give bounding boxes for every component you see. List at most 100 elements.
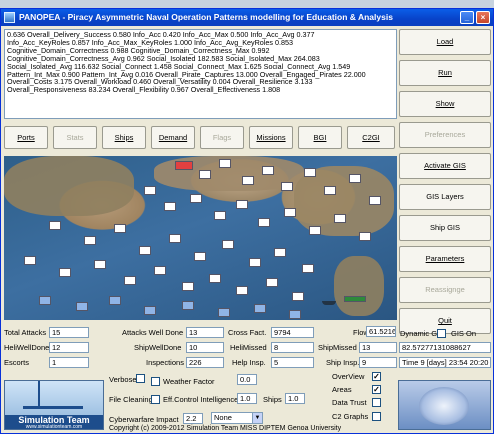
ship-marker[interactable] [194, 252, 206, 261]
ship-marker[interactable] [49, 221, 61, 230]
ship-marker[interactable] [182, 301, 194, 310]
cyberwarfare-select[interactable]: None ▼ [211, 412, 263, 424]
ship-marker[interactable] [258, 218, 270, 227]
ship-marker[interactable] [124, 276, 136, 285]
close-icon[interactable]: × [476, 11, 490, 24]
flags-button[interactable]: Flags [200, 126, 244, 149]
ship-marker[interactable] [84, 236, 96, 245]
weather-checkbox[interactable] [151, 377, 160, 386]
activate-gis-button[interactable]: Activate GIS [399, 153, 491, 179]
ship-marker[interactable] [182, 282, 194, 291]
ship-marker[interactable] [236, 200, 248, 209]
pirate-marker[interactable] [175, 161, 193, 170]
total-attacks-field[interactable]: 15 [49, 327, 89, 338]
ship-marker[interactable] [199, 170, 211, 179]
areas-checkbox[interactable]: ✓ [372, 385, 381, 394]
ships-button[interactable]: Ships [102, 126, 146, 149]
shipmissed-field[interactable]: 13 [359, 342, 397, 353]
ship-insp-field[interactable]: 9 [359, 357, 397, 368]
ship-marker[interactable] [209, 274, 221, 283]
preferences-button[interactable]: Preferences [399, 122, 491, 148]
ship-marker[interactable] [214, 211, 226, 220]
ship-marker[interactable] [281, 182, 293, 191]
dynamic-value-field[interactable]: 82.57277131088627 [399, 342, 491, 353]
ship-marker[interactable] [39, 296, 51, 305]
ship-marker[interactable] [154, 266, 166, 275]
ship-marker[interactable] [109, 296, 121, 305]
ship-marker[interactable] [334, 214, 346, 223]
ship-marker[interactable] [236, 286, 248, 295]
time-field[interactable]: Time 9 [days] 23:54 20:20 [399, 357, 491, 368]
ship-marker[interactable] [164, 202, 176, 211]
ship-marker[interactable] [139, 246, 151, 255]
ship-marker[interactable] [289, 310, 301, 319]
port-marker[interactable] [344, 296, 366, 302]
ship-marker[interactable] [242, 176, 254, 185]
gis-layers-button[interactable]: GIS Layers [399, 184, 491, 210]
helimissed-field[interactable]: 8 [271, 342, 314, 353]
attacks-well-done-field[interactable]: 13 [186, 327, 224, 338]
results-log[interactable]: 0.636 Overall_Delivery_Success 0.580 Inf… [4, 29, 397, 119]
data-trust-checkbox[interactable] [372, 398, 381, 407]
stats-button[interactable]: Stats [53, 126, 97, 149]
missions-button[interactable]: Missions [249, 126, 293, 149]
inspections-field[interactable]: 226 [186, 357, 224, 368]
ship-marker[interactable] [262, 166, 274, 175]
ship-marker[interactable] [304, 168, 316, 177]
escorts-field[interactable]: 1 [49, 357, 89, 368]
ships-field[interactable]: 1.0 [285, 393, 305, 404]
ship-marker[interactable] [144, 186, 156, 195]
run-button[interactable]: Run [399, 60, 491, 86]
ship-marker[interactable] [218, 308, 230, 317]
reassignge-button[interactable]: Reassignge [399, 277, 491, 303]
overview-checkbox[interactable]: ✓ [372, 372, 381, 381]
ship-marker[interactable] [114, 224, 126, 233]
c2-graphs-checkbox[interactable] [372, 412, 381, 421]
ship-marker[interactable] [94, 260, 106, 269]
ship-marker[interactable] [274, 248, 286, 257]
ship-marker[interactable] [359, 232, 371, 241]
ship-marker[interactable] [76, 302, 88, 311]
ship-marker[interactable] [219, 159, 231, 168]
weather-factor-field[interactable]: 0.0 [237, 374, 257, 385]
ship-marker[interactable] [369, 196, 381, 205]
ship-marker[interactable] [309, 226, 321, 235]
ship-marker[interactable] [144, 306, 156, 315]
gis-map[interactable] [4, 156, 397, 320]
heliwelldone-field[interactable]: 12 [49, 342, 89, 353]
ship-marker[interactable] [302, 264, 314, 273]
intelligence-field[interactable]: 1.0 [237, 393, 257, 404]
bgi-button[interactable]: BGI [298, 126, 342, 149]
ship-marker[interactable] [266, 278, 278, 287]
ship-gis-button[interactable]: Ship GIS [399, 215, 491, 241]
ship-marker[interactable] [324, 186, 336, 195]
ship-marker[interactable] [59, 268, 71, 277]
minimize-icon[interactable]: _ [460, 11, 474, 24]
c2gi-button[interactable]: C2GI [347, 126, 395, 149]
flow-field[interactable]: 61.52167510 [366, 326, 396, 337]
help-insp-field[interactable]: 5 [271, 357, 314, 368]
verbose-checkbox[interactable] [136, 374, 145, 383]
parameters-button[interactable]: Parameters [399, 246, 491, 272]
ship-marker[interactable] [249, 258, 261, 267]
ship-marker[interactable] [292, 292, 304, 301]
ship-marker[interactable] [190, 194, 202, 203]
shipwelldone-field[interactable]: 10 [186, 342, 224, 353]
ship-marker[interactable] [284, 208, 296, 217]
ship-icon[interactable] [322, 301, 336, 305]
ship-marker[interactable] [254, 304, 266, 313]
ports-button[interactable]: Ports [4, 126, 48, 149]
escorts-label: Escorts [4, 358, 30, 367]
cross-fact-field[interactable]: 9794 [271, 327, 314, 338]
file-cleaning-checkbox[interactable] [151, 395, 160, 404]
emblem-logo [398, 380, 491, 430]
ship-marker[interactable] [222, 240, 234, 249]
demand-button[interactable]: Demand [151, 126, 195, 149]
cyberwarfare-field[interactable]: 2.2 [183, 413, 203, 424]
load-button[interactable]: Load [399, 29, 491, 55]
ship-marker[interactable] [24, 256, 36, 265]
ship-marker[interactable] [349, 174, 361, 183]
dynamic-gis-checkbox[interactable] [437, 329, 446, 338]
ship-marker[interactable] [169, 234, 181, 243]
show-button[interactable]: Show [399, 91, 491, 117]
